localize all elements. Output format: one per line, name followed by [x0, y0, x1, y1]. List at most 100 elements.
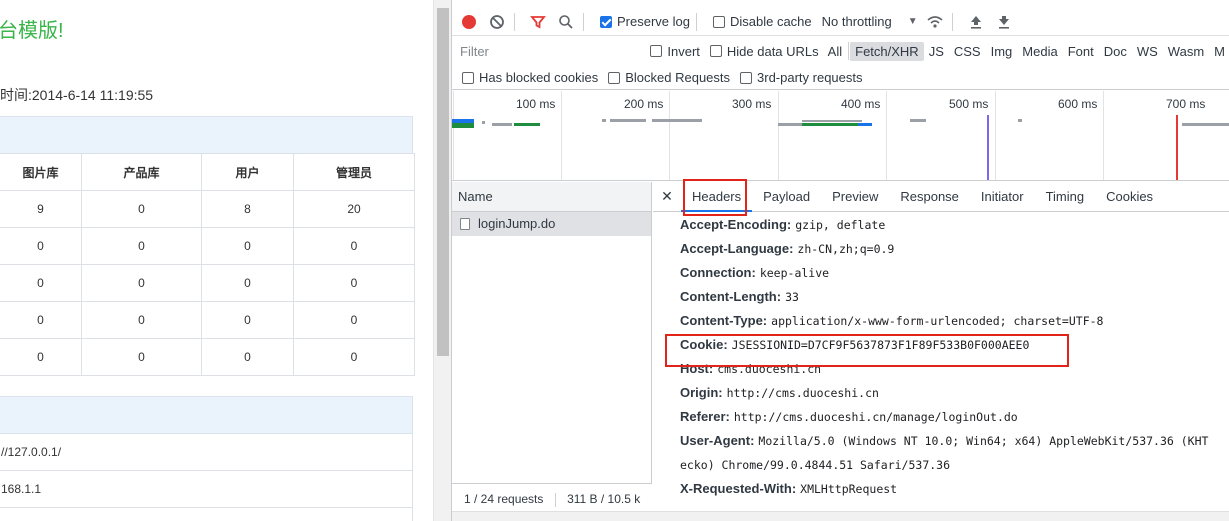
- header-name: User-Agent:: [680, 433, 755, 448]
- timeline-bar: [602, 119, 606, 122]
- info-row: [0, 508, 413, 521]
- tab-response[interactable]: Response: [889, 182, 970, 212]
- timeline-bar: [802, 120, 862, 122]
- close-icon[interactable]: ✕: [653, 188, 681, 205]
- timeline-gridline: [669, 91, 670, 180]
- chevron-down-icon[interactable]: ▼: [908, 16, 918, 27]
- record-icon[interactable]: [458, 11, 480, 33]
- filter-type-manifest[interactable]: M: [1209, 42, 1229, 61]
- third-party-checkbox[interactable]: [740, 71, 753, 84]
- network-toolbar: Preserve log Disable cache No throttling…: [452, 8, 1229, 36]
- separator: [514, 12, 515, 31]
- blocked-requests-checkbox[interactable]: [608, 71, 621, 84]
- table-cell: 0: [293, 338, 415, 376]
- disable-cache-checkbox[interactable]: [712, 15, 725, 28]
- header-value: gzip, deflate: [795, 218, 886, 232]
- timeline-tick-label: 400 ms: [841, 97, 881, 111]
- table-cell: 9: [0, 190, 82, 228]
- blocked-requests-label: Blocked Requests: [625, 70, 731, 85]
- horizontal-scrollbar[interactable]: [452, 511, 1229, 521]
- tab-payload[interactable]: Payload: [752, 182, 821, 212]
- timeline-bar: [610, 119, 646, 122]
- transfer-size: 311 B / 10.5 k: [567, 492, 641, 506]
- header-value: zh-CN,zh;q=0.9: [797, 242, 895, 256]
- timeline-bar: [492, 123, 512, 126]
- timeline-bar: [452, 123, 474, 128]
- filter-type-img[interactable]: Img: [986, 42, 1018, 61]
- blocked-cookies-checkbox[interactable]: [462, 71, 474, 84]
- timeline-gridline: [886, 91, 887, 180]
- tab-preview[interactable]: Preview: [821, 182, 889, 212]
- table-row: 0 0 0 0: [0, 227, 415, 265]
- network-overview-timeline[interactable]: 100 ms 200 ms 300 ms 400 ms 500 ms 600 m…: [452, 91, 1229, 181]
- invert-checkbox[interactable]: [650, 45, 663, 57]
- col-header: 管理员: [293, 153, 415, 191]
- upload-icon[interactable]: [965, 11, 987, 33]
- scrollbar-thumb[interactable]: [437, 8, 449, 356]
- table-cell: 0: [0, 338, 82, 376]
- filter-type-css[interactable]: CSS: [949, 42, 986, 61]
- clear-icon[interactable]: [486, 11, 508, 33]
- table-cell: 0: [81, 264, 202, 302]
- header-name: Content-Type:: [680, 313, 768, 328]
- table-cell: 20: [293, 190, 415, 228]
- preserve-log-checkbox[interactable]: [600, 15, 612, 28]
- tab-timing[interactable]: Timing: [1035, 182, 1096, 212]
- throttling-select[interactable]: No throttling: [822, 14, 892, 29]
- filter-type-doc[interactable]: Doc: [1099, 42, 1132, 61]
- table-cell: 0: [81, 190, 202, 228]
- name-column-header[interactable]: Name: [452, 182, 651, 212]
- header-row: Origin: http://cms.duoceshi.cn: [680, 385, 879, 400]
- filter-icon[interactable]: [527, 11, 549, 33]
- search-icon[interactable]: [555, 11, 577, 33]
- header-row-continuation: ecko) Chrome/99.0.4844.51 Safari/537.36: [680, 457, 950, 472]
- wifi-settings-icon[interactable]: [924, 11, 946, 33]
- header-value: http://cms.duoceshi.cn/manage/loginOut.d…: [733, 410, 1018, 424]
- filter-type-font[interactable]: Font: [1063, 42, 1099, 61]
- admin-page: 台模版! 时间:2014-6-14 11:19:55 图片库 产品库 用户 管理…: [0, 0, 433, 521]
- filter-type-fetch-xhr[interactable]: Fetch/XHR: [850, 41, 924, 61]
- hide-data-urls-checkbox[interactable]: [709, 45, 722, 57]
- timeline-gridline: [561, 91, 562, 180]
- request-list: Name loginJump.do 1 / 24 requests 311 B …: [452, 182, 652, 521]
- header-row: Accept-Encoding: gzip, deflate: [680, 217, 885, 232]
- page-scrollbar[interactable]: [433, 0, 451, 521]
- table-cell: 0: [201, 264, 294, 302]
- devtools-network-panel: Preserve log Disable cache No throttling…: [451, 0, 1229, 521]
- status-bar: 1 / 24 requests 311 B / 10.5 k: [452, 483, 652, 513]
- header-name: Content-Length:: [680, 289, 782, 304]
- download-icon[interactable]: [993, 11, 1015, 33]
- separator: [848, 42, 850, 60]
- filter-type-media[interactable]: Media: [1017, 42, 1062, 61]
- header-value: 33: [785, 290, 799, 304]
- header-row: Connection: keep-alive: [680, 265, 829, 280]
- timeline-bar: [1018, 119, 1022, 122]
- timeline-bar: [652, 119, 702, 122]
- filter-type-ws[interactable]: WS: [1132, 42, 1163, 61]
- table-cell: 0: [81, 338, 202, 376]
- filter-type-js[interactable]: JS: [924, 42, 949, 61]
- header-value: keep-alive: [759, 266, 830, 280]
- preserve-log-label: Preserve log: [617, 14, 690, 29]
- header-row: Referer: http://cms.duoceshi.cn/manage/lo…: [680, 409, 1018, 424]
- tab-initiator[interactable]: Initiator: [970, 182, 1035, 212]
- filter-bar: Filter Invert Hide data URLs All Fetch/X…: [452, 38, 1229, 64]
- header-name: X-Requested-With:: [680, 481, 797, 496]
- separator: [583, 12, 584, 31]
- timeline-bar: [910, 119, 926, 122]
- login-time-label: 时间:: [0, 87, 32, 103]
- timeline-tick-label: 100 ms: [516, 97, 556, 111]
- timeline-bar: [1182, 123, 1229, 126]
- timeline-gridline: [778, 91, 779, 180]
- stats-panel-header: [0, 116, 413, 154]
- invert-label: Invert: [667, 43, 700, 59]
- tab-cookies[interactable]: Cookies: [1095, 182, 1164, 212]
- request-row[interactable]: loginJump.do: [452, 212, 651, 236]
- filter-type-all[interactable]: All: [823, 42, 847, 61]
- filter-type-wasm[interactable]: Wasm: [1163, 42, 1209, 61]
- separator: [695, 12, 697, 31]
- filter-input[interactable]: Filter: [456, 41, 638, 61]
- load-event-marker: [1176, 115, 1178, 180]
- separator: [951, 12, 953, 31]
- timeline-bar: [778, 123, 802, 126]
